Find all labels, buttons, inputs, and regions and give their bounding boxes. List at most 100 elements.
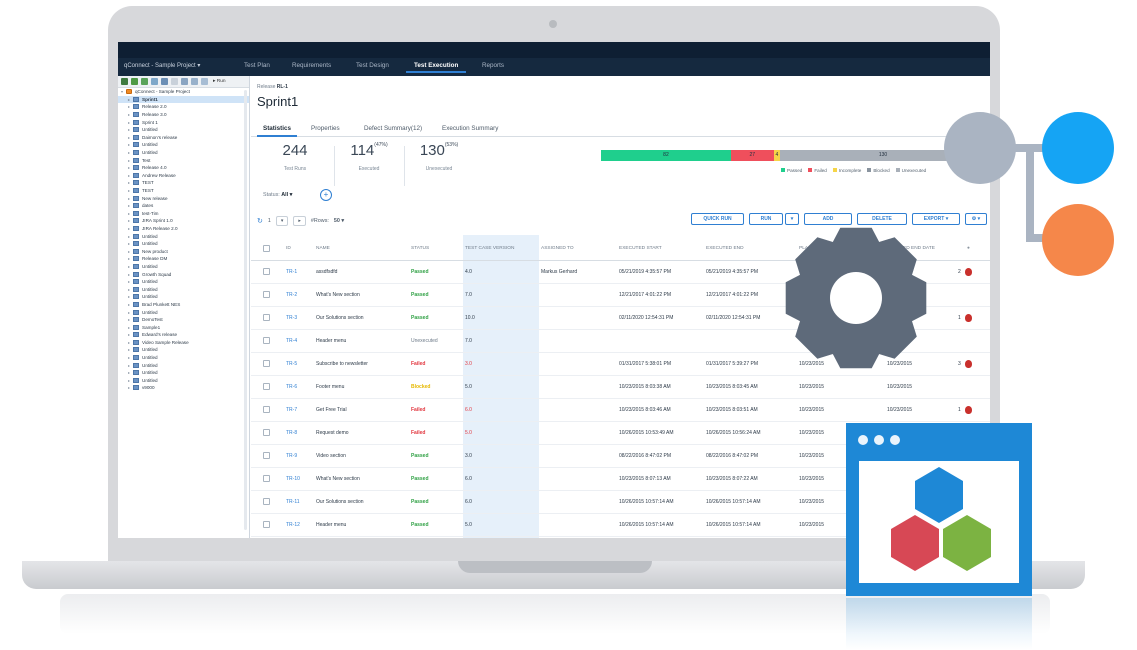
page-number[interactable]: 1 [268,218,271,224]
tree-item[interactable]: ▸ test-Tim [118,210,249,218]
tree-item[interactable]: ▸ DemoTest [118,316,249,324]
link-icon[interactable] [151,78,158,85]
expand-icon[interactable]: ▸ [125,340,133,345]
expand-icon[interactable]: ▸ [125,234,133,239]
run-button[interactable]: RUN [749,213,783,225]
tree-item[interactable]: ▸ Growth Squad [118,270,249,278]
quick-run-button[interactable]: QUICK RUN [691,213,744,225]
tree-item[interactable]: ▸ Untitled [118,308,249,316]
tab-statistics[interactable]: Statistics [257,125,297,137]
expand-icon[interactable]: ▸ [125,294,133,299]
tree-item[interactable]: ▸ Untitled [118,232,249,240]
tree-item[interactable]: ▸ v9000 [118,384,249,392]
expand-icon[interactable]: ▸ [125,241,133,246]
nav-test-design[interactable]: Test Design [356,62,389,69]
expand-icon[interactable]: ▸ [125,203,133,208]
collapse-icon[interactable]: ▾ [118,89,126,94]
bug-icon[interactable] [965,314,972,322]
tree-item[interactable]: ▸ Untitled [118,141,249,149]
tree-item[interactable]: ▸ Untitled [118,354,249,362]
expand-icon[interactable]: ▸ [125,279,133,284]
test-run-id[interactable]: TR-7 [286,407,297,413]
row-checkbox[interactable] [263,360,270,367]
row-checkbox[interactable] [263,291,270,298]
expand-icon[interactable]: ▸ [125,287,133,292]
row-checkbox[interactable] [263,475,270,482]
row-checkbox[interactable] [263,521,270,528]
col-executed-end[interactable]: EXECUTED END [706,246,744,251]
test-run-id[interactable]: TR-2 [286,292,297,298]
table-row[interactable]: TR-7 Get Free Trial Failed 6.0 10/23/2015 8:… [251,399,990,422]
tree-item[interactable]: ▸ Untitled [118,126,249,134]
export-icon[interactable] [201,78,208,85]
expand-icon[interactable]: ▸ [125,104,133,109]
expand-icon[interactable]: ▸ [125,112,133,117]
add-icon[interactable] [131,78,138,85]
tree-item[interactable]: ▸ TEST [118,179,249,187]
nav-requirements[interactable]: Requirements [292,62,331,69]
tree-item[interactable]: ▸ Untitled [118,377,249,385]
expand-icon[interactable]: ▸ [125,142,133,147]
expand-icon[interactable]: ▸ [125,180,133,185]
tree-item[interactable]: ▸ Release 4.0 [118,164,249,172]
tab-properties[interactable]: Properties [311,125,340,132]
tree-item[interactable]: ▸ Sprint1 [118,95,249,104]
tree-item[interactable]: ▸ Untitled [118,240,249,248]
test-run-id[interactable]: TR-9 [286,453,297,459]
expand-icon[interactable]: ▸ [125,165,133,170]
expand-icon[interactable]: ▸ [125,385,133,390]
expand-icon[interactable]: ▸ [125,226,133,231]
tree-run-button[interactable]: ▸ Run [213,79,226,84]
tree-item[interactable]: ▸ Untitled [118,369,249,377]
expand-icon[interactable]: ▸ [125,97,133,102]
copy-icon[interactable] [181,78,188,85]
expand-icon[interactable]: ▸ [125,272,133,277]
row-checkbox[interactable] [263,406,270,413]
col-status[interactable]: STATUS [411,246,429,251]
tree-item[interactable]: ▸ dates [118,202,249,210]
tree-item[interactable]: ▸ Video Sample Release [118,339,249,347]
test-run-id[interactable]: TR-4 [286,338,297,344]
tab-execution-summary[interactable]: Execution Summary [442,125,498,132]
tree-item[interactable]: ▸ Test [118,156,249,164]
col-assigned-to[interactable]: ASSIGNED TO [541,246,574,251]
test-run-id[interactable]: TR-10 [286,476,300,482]
expand-icon[interactable]: ▸ [125,135,133,140]
bug-icon[interactable] [965,406,972,414]
test-run-id[interactable]: TR-11 [286,499,300,505]
tree-item[interactable]: ▸ Brad Plunkett NES [118,301,249,309]
expand-icon[interactable]: ▸ [125,264,133,269]
expand-icon[interactable]: ▸ [125,218,133,223]
tree-item[interactable]: ▸ Sample1 [118,323,249,331]
test-run-id[interactable]: TR-1 [286,269,297,275]
expand-icon[interactable]: ▸ [125,363,133,368]
rows-per-page-select[interactable]: 50 ▾ [334,218,344,224]
expand-icon[interactable]: ▸ [125,317,133,322]
expand-icon[interactable]: ▸ [125,173,133,178]
expand-icon[interactable]: ▸ [125,120,133,125]
row-checkbox[interactable] [263,498,270,505]
row-checkbox[interactable] [263,268,270,275]
tree-item[interactable]: ▸ Untitled [118,293,249,301]
test-run-id[interactable]: TR-3 [286,315,297,321]
col-test-case-version[interactable]: TEST CASE VERSION [465,246,515,251]
expand-icon[interactable]: ▸ [125,370,133,375]
expand-icon[interactable]: ▸ [125,196,133,201]
tree-item[interactable]: ▸ Daimon's release [118,134,249,142]
expand-icon[interactable]: ▸ [125,211,133,216]
expand-icon[interactable]: ▸ [125,188,133,193]
expand-icon[interactable]: ▸ [125,310,133,315]
page-dropdown[interactable]: ▾ [275,216,289,226]
expand-icon[interactable]: ▸ [125,302,133,307]
tree-item[interactable]: ▸ New product [118,247,249,255]
tree-item[interactable]: ▸ Untitled [118,278,249,286]
tree-item[interactable]: ▸ JIRA Release 2.0 [118,225,249,233]
col-name[interactable]: NAME [316,246,330,251]
test-run-id[interactable]: TR-12 [286,522,300,528]
project-menu[interactable]: qConnect - Sample Project ▾ [124,62,200,69]
expand-icon[interactable]: ▸ [125,150,133,155]
tree-item[interactable]: ▸ Andrew Release [118,172,249,180]
row-checkbox[interactable] [263,452,270,459]
next-page-button[interactable]: ▸ [293,216,306,226]
tree-item[interactable]: ▸ Untitled [118,285,249,293]
